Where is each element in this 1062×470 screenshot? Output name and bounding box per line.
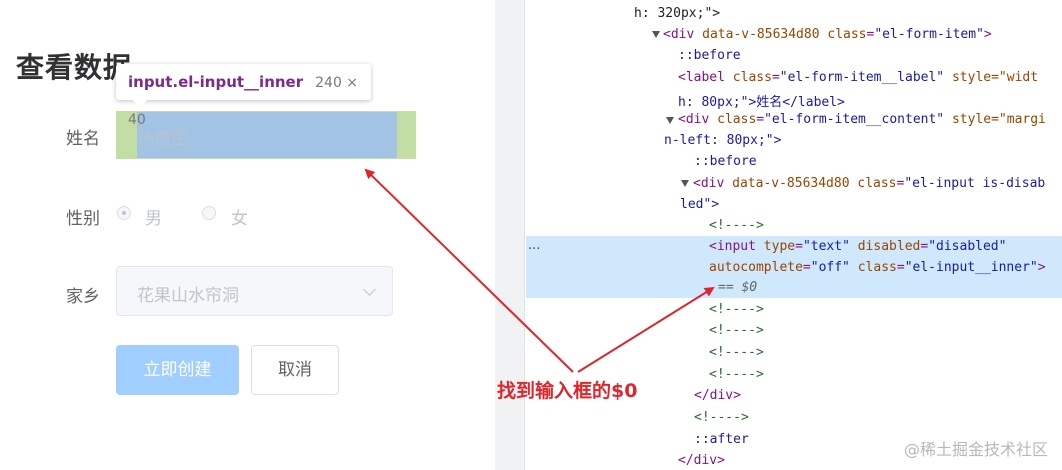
chevron-down-icon — [363, 283, 376, 296]
code-line: led"> — [680, 197, 720, 212]
code-line[interactable]: <label class="el-form-item__label" style… — [678, 70, 1038, 85]
tooltip-tail — [132, 99, 148, 108]
annotation-label: 找到输入框的$0 — [497, 380, 638, 402]
code-line[interactable]: <!----> — [709, 218, 764, 233]
code-line[interactable]: </div> — [678, 453, 725, 468]
collapse-triangle-icon[interactable] — [652, 31, 660, 38]
watermark: @稀土掘金技术社区 — [903, 440, 1048, 459]
code-line[interactable]: ::before — [678, 48, 741, 63]
code-line: h: 320px;"> — [634, 6, 721, 21]
node-actions-icon[interactable]: ... — [528, 238, 540, 253]
code-line[interactable]: <!----> — [709, 323, 764, 338]
tooltip-selector: input.el-input__inner — [128, 73, 304, 91]
code-line: h: 80px;">姓名</label> — [678, 95, 845, 110]
gender-option-female: 女 — [231, 209, 248, 229]
collapse-triangle-icon[interactable] — [666, 117, 674, 124]
gender-label: 性别 — [66, 209, 100, 229]
collapse-triangle-icon[interactable] — [681, 180, 689, 187]
inspector-tooltip: input.el-input__inner 240 × 40 — [116, 64, 371, 128]
code-line[interactable]: <!----> — [694, 410, 749, 425]
code-line-selected[interactable]: autocomplete="off" class="el-input__inne… — [709, 260, 1046, 275]
dollar-zero-marker: == $0 — [718, 280, 758, 295]
hometown-value: 花果山水帘洞 — [137, 286, 239, 306]
page-title: 查看数据 — [16, 51, 133, 84]
code-line[interactable]: <!----> — [709, 345, 764, 360]
code-line[interactable]: ::before — [694, 154, 757, 169]
gender-option-male: 男 — [145, 209, 162, 229]
code-line[interactable]: <!----> — [709, 302, 764, 317]
cancel-button[interactable]: 取消 — [251, 345, 339, 395]
code-line[interactable]: <div class="el-form-item__content" style… — [678, 112, 1046, 127]
code-line-selected[interactable]: <input type="text" disabled="disabled" — [709, 239, 1006, 254]
input-padding-right — [397, 112, 415, 158]
code-line[interactable]: </div> — [694, 388, 741, 403]
hometown-label: 家乡 — [66, 287, 100, 307]
hometown-select[interactable]: 花果山水帘洞 — [116, 266, 393, 316]
create-button[interactable]: 立即创建 — [116, 345, 239, 395]
code-line[interactable]: ::after — [694, 432, 749, 447]
gender-radio-female[interactable] — [202, 206, 216, 220]
name-input[interactable]: 孙悟空 — [116, 111, 416, 159]
gender-radio-male[interactable] — [117, 206, 131, 220]
code-line[interactable]: <div data-v-85634d80 class="el-form-item… — [663, 27, 992, 42]
code-line: n-left: 80px;"> — [664, 133, 782, 148]
name-label: 姓名 — [66, 129, 100, 149]
page-preview: 查看数据 姓名 孙悟空 input.el-input__inner 240 × 4… — [0, 0, 495, 470]
code-line[interactable]: <!----> — [709, 367, 764, 382]
code-line[interactable]: <div data-v-85634d80 class="el-input is-… — [693, 176, 1045, 191]
